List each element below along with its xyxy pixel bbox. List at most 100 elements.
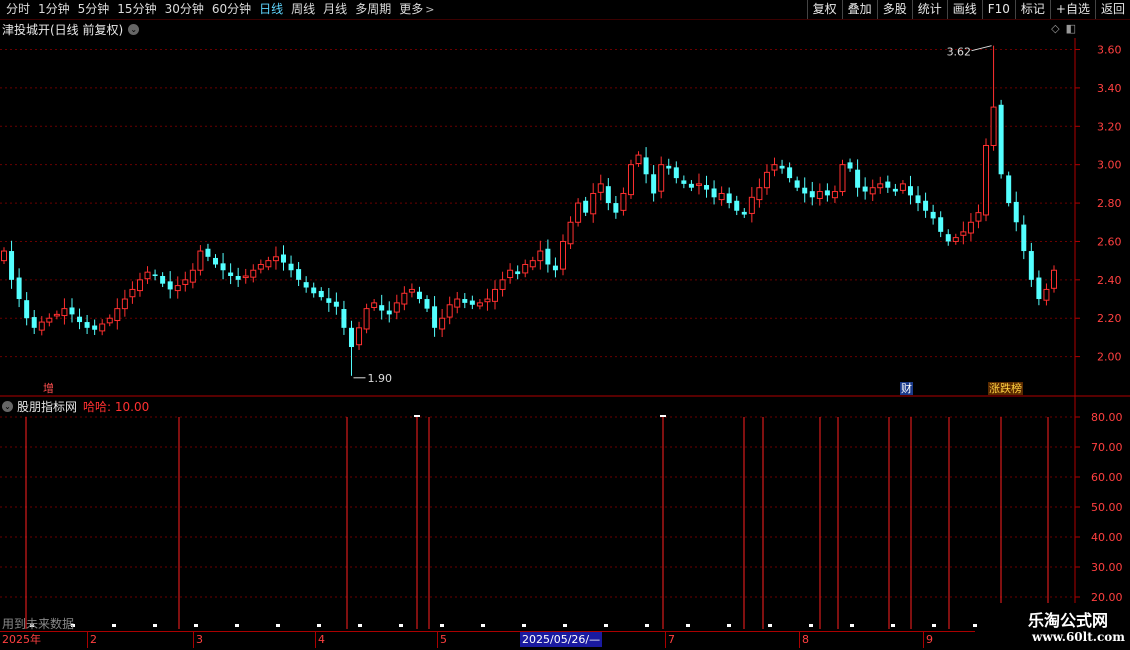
candle-body [907, 186, 913, 196]
watermark-title: 乐淘公式网 [1028, 611, 1109, 630]
more-button[interactable]: 更多 > [395, 0, 438, 19]
candle-body [763, 171, 770, 189]
future-data-note: 用到未来数据 [2, 617, 75, 631]
candle-body [892, 188, 898, 192]
period-tab-1[interactable]: 1分钟 [34, 0, 74, 19]
toolbar-button-8[interactable]: 返回 [1094, 0, 1130, 19]
toolbar-button-1[interactable]: 叠加 [841, 0, 877, 19]
candle-body [673, 167, 679, 179]
candle-body [885, 181, 891, 188]
zeng-marker[interactable]: 增 [42, 382, 55, 395]
candle-body [681, 180, 687, 184]
candle-body [121, 298, 128, 310]
diamond-icon[interactable]: ◇ [1051, 22, 1059, 35]
candle-body [160, 276, 166, 284]
watermark-url: www.60lt.com [1032, 630, 1125, 644]
candle-body [522, 263, 529, 274]
chart-title-row: 津投城开(日线 前复权) ⌄ [2, 20, 140, 38]
month-tick [437, 632, 438, 648]
candle-body [552, 265, 558, 271]
indicator-chart[interactable]: 80.0070.0060.0050.0040.0030.0020.00 [0, 398, 1130, 631]
candle-body [439, 317, 446, 330]
toolbar-button-6[interactable]: 标记 [1014, 0, 1050, 19]
period-tab-5[interactable]: 60分钟 [208, 0, 255, 19]
zero-dot [850, 624, 854, 627]
y-tick-label-8: 2.00 [1097, 351, 1122, 364]
period-tab-2[interactable]: 5分钟 [74, 0, 114, 19]
candle [839, 159, 846, 196]
candle-body [590, 192, 597, 215]
candle-body [545, 248, 551, 265]
candle-body [92, 325, 98, 330]
chevron-down-icon[interactable]: ⌄ [128, 23, 140, 35]
candle-body [257, 263, 264, 270]
candle-body [288, 263, 294, 271]
candlestick-chart[interactable]: 3.60 3.40 3.20 3.00 2.80 2.60 2.40 2.20 2.00 3.62… [0, 38, 1130, 398]
candle-body [658, 164, 665, 192]
period-tab-4[interactable]: 30分钟 [161, 0, 208, 19]
period-tab-3[interactable]: 15分钟 [113, 0, 160, 19]
indicator-title-row: ⌄ 股朋指标网 哈哈: 10.00 [2, 398, 149, 414]
watermark: 乐淘公式网 www.60lt.com [1000, 603, 1130, 650]
zero-dot [235, 624, 239, 627]
period-tab-7[interactable]: 周线 [287, 0, 319, 19]
candle [998, 99, 1004, 179]
zhangdie-marker[interactable]: 涨跌榜 [988, 382, 1023, 395]
zero-dot [399, 624, 403, 627]
candle-body [106, 317, 113, 324]
candle-body [695, 183, 702, 186]
toolbar-button-4[interactable]: 画线 [946, 0, 982, 19]
candle-body [877, 183, 884, 189]
candle-body [213, 257, 219, 265]
toolbar-button-3[interactable]: 统计 [911, 0, 947, 19]
toolbar-button-0[interactable]: 复权 [806, 0, 842, 19]
zero-dot [604, 624, 608, 627]
candle-body [711, 188, 717, 198]
chevron-right-icon: > [425, 3, 435, 16]
indicator-tick-label-1: 70.00 [1091, 441, 1123, 454]
month-tick [315, 632, 316, 648]
candle-body [129, 288, 136, 298]
candle-body [559, 240, 566, 270]
zero-dot [276, 624, 280, 627]
candle-body [476, 302, 483, 307]
candle-body [499, 279, 506, 290]
toolbar-right-buttons: 复权 叠加 多股 统计 画线 F10 标记 +自选 返回 [806, 0, 1130, 19]
month-tick [193, 632, 194, 648]
cai-marker[interactable]: 财 [900, 382, 913, 395]
candle-body [46, 317, 53, 323]
candle-body [515, 271, 521, 275]
month-tick [665, 632, 666, 648]
candle-body [69, 307, 75, 315]
date-axis: 2025年 2025/05/26/— 2 3 4 5 7 8 9 [0, 631, 975, 649]
period-tab-6[interactable]: 日线 [255, 0, 287, 19]
y-tick-label-7: 2.20 [1097, 312, 1122, 325]
period-tab-9[interactable]: 多周期 [351, 0, 395, 19]
period-tab-0[interactable]: 分时 [2, 0, 34, 19]
month-label-2: 2 [90, 633, 97, 646]
candle-body [348, 327, 354, 348]
zero-dot [645, 624, 649, 627]
candle-body [371, 302, 378, 308]
zero-dot [686, 624, 690, 627]
chart-title: 津投城开(日线 前复权) [2, 22, 124, 37]
candle-body [469, 300, 475, 305]
zero-dot [932, 624, 936, 627]
candle-body [952, 237, 959, 242]
zero-dot [973, 624, 977, 627]
toolbar-button-5[interactable]: F10 [981, 0, 1015, 19]
indicator-tick-label-0: 80.00 [1091, 411, 1123, 424]
candle-body [53, 313, 60, 317]
candle-body [363, 308, 370, 330]
toolbar-button-2[interactable]: 多股 [876, 0, 912, 19]
indicator-tick-label-2: 60.00 [1091, 471, 1123, 484]
panel-toggle-icon[interactable]: ◧ [1066, 22, 1076, 35]
candle [983, 138, 990, 222]
candle-body [967, 221, 974, 234]
chevron-down-icon[interactable]: ⌄ [2, 400, 13, 412]
candle-body [432, 306, 438, 328]
period-tab-8[interactable]: 月线 [319, 0, 351, 19]
toolbar-button-7[interactable]: +自选 [1049, 0, 1095, 19]
candle-body [84, 322, 90, 328]
candle-body [136, 279, 143, 292]
